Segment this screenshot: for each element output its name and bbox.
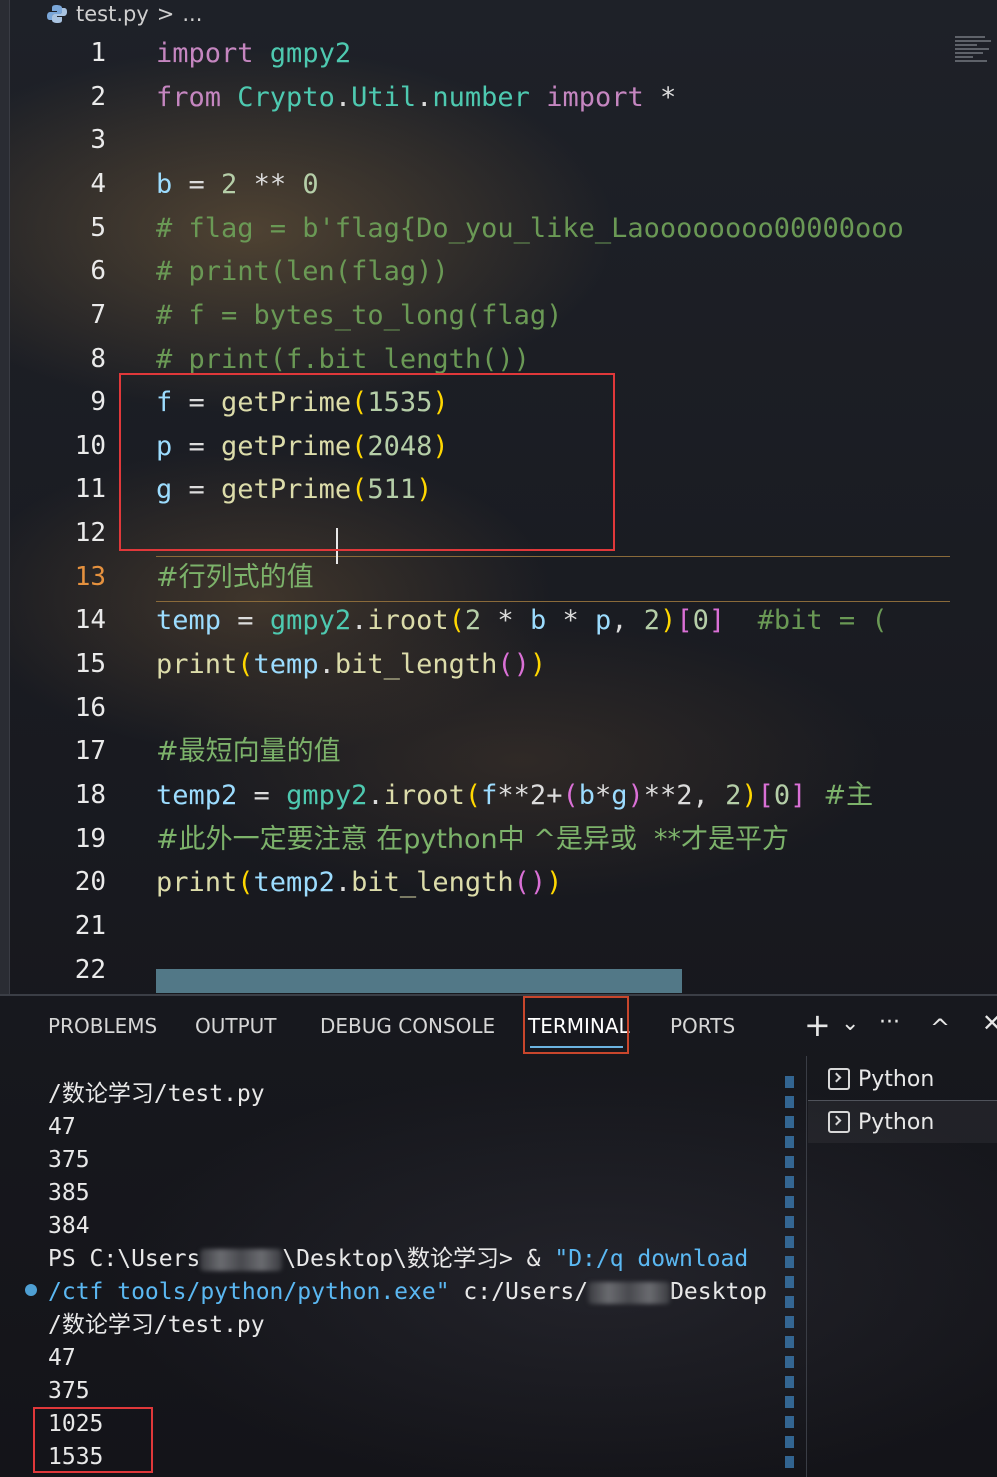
terminal-icon (828, 1111, 850, 1133)
line-number: 22 (74, 955, 106, 985)
code-line[interactable]: 7 # f = bytes_to_long(flag) (10, 294, 950, 337)
code-line[interactable]: 17 #最短向量的值 (10, 730, 950, 773)
code-line[interactable]: 14 temp = gmpy2.iroot(2 * b * p, 2)[0] #… (10, 599, 950, 642)
tab-debug-console[interactable]: DEBUG CONSOLE (320, 996, 495, 1056)
line-number: 15 (74, 649, 106, 679)
terminal-list-divider (806, 1056, 807, 1477)
code-line[interactable]: 4 b = 2 ** 0 (10, 163, 950, 206)
terminal-output[interactable]: /数论学习/test.py 47 375 385 384 PS C:\Users… (48, 1078, 767, 1474)
line-number: 3 (90, 125, 106, 155)
code-line[interactable]: 15 print(temp.bit_length()) (10, 643, 950, 686)
line-number: 2 (90, 82, 106, 112)
line-number: 16 (74, 693, 106, 723)
line-number: 19 (74, 824, 106, 854)
code-text: b = 2 ** 0 (156, 169, 319, 200)
code-line[interactable]: 6 # print(len(flag)) (10, 250, 950, 293)
breadcrumb-file[interactable]: test.py (76, 2, 149, 26)
redacted-username (588, 1281, 671, 1304)
line-number: 12 (74, 518, 106, 548)
code-comment: # f = bytes_to_long(flag) (156, 300, 563, 331)
breadcrumb-more[interactable]: ... (182, 2, 202, 26)
terminal-name: Python (858, 1109, 935, 1135)
line-number: 6 (90, 256, 106, 286)
terminal-name: Python (858, 1066, 935, 1092)
line-number: 18 (74, 780, 106, 810)
line-number: 4 (90, 169, 106, 199)
code-line[interactable]: 19 #此外一定要注意 在python中 ^是异或 **才是平方 (10, 818, 950, 861)
code-comment: #此外一定要注意 在python中 ^是异或 **才是平方 (156, 824, 790, 855)
redacted-username (200, 1248, 283, 1271)
line-number: 1 (90, 38, 106, 68)
code-line[interactable]: 5 # flag = b'flag{Do_you_like_Laoooooooo… (10, 207, 950, 250)
new-terminal-icon[interactable]: + (804, 1007, 831, 1047)
terminal-icon (828, 1068, 850, 1090)
line-number-active: 13 (74, 562, 106, 592)
code-line[interactable]: 13 #行列式的值 (10, 556, 950, 599)
line-number: 11 (74, 474, 106, 504)
line-number: 8 (90, 344, 106, 374)
line-number: 17 (74, 736, 106, 766)
code-comment: #行列式的值 (156, 562, 314, 593)
close-panel-icon[interactable]: ✕ (982, 1009, 997, 1049)
line-number: 5 (90, 213, 106, 243)
code-line[interactable]: 20 print(temp2.bit_length()) (10, 861, 950, 904)
active-tab-indicator (530, 1046, 623, 1048)
minimap[interactable] (955, 34, 995, 74)
code-line[interactable]: 2 from Crypto.Util.number import * (10, 76, 950, 119)
code-comment: # print(len(flag)) (156, 256, 449, 287)
code-text: import gmpy2 (156, 38, 352, 69)
line-number: 20 (74, 867, 106, 897)
maximize-panel-icon[interactable]: ^ (930, 1014, 950, 1054)
code-text: print(temp.bit_length()) (156, 649, 547, 680)
line-number: 21 (74, 911, 106, 941)
more-actions-icon[interactable]: ··· (879, 1010, 900, 1050)
tab-ports[interactable]: PORTS (670, 996, 735, 1056)
highlight-box-output (33, 1407, 153, 1473)
terminal-list-item[interactable]: Python (808, 1100, 997, 1143)
terminal-list: Python Python (808, 1058, 997, 1143)
tab-problems[interactable]: PROBLEMS (48, 996, 157, 1056)
code-line[interactable]: 21 (10, 905, 950, 948)
code-comment: # flag = b'flag{Do_you_like_Laoooooooo00… (156, 213, 904, 244)
breadcrumb[interactable]: test.py > ... (46, 0, 202, 28)
terminal-scrollbar[interactable] (785, 1076, 794, 1476)
code-line[interactable]: 16 (10, 687, 950, 730)
code-line[interactable]: 1 import gmpy2 (10, 32, 950, 75)
highlight-box-code (119, 373, 615, 551)
code-text: from Crypto.Util.number import * (156, 82, 677, 113)
tab-output[interactable]: OUTPUT (195, 996, 277, 1056)
chevron-down-icon[interactable]: ⌄ (841, 1011, 859, 1051)
line-number: 9 (90, 387, 106, 417)
terminal-list-item[interactable]: Python (808, 1058, 997, 1100)
code-comment: #最短向量的值 (156, 736, 341, 767)
activity-strip (0, 0, 10, 995)
code-text: temp = gmpy2.iroot(2 * b * p, 2)[0] #bit… (156, 605, 888, 636)
line-number: 7 (90, 300, 106, 330)
command-decoration-icon[interactable] (25, 1284, 37, 1296)
breadcrumb-separator: > (156, 2, 175, 26)
line-number: 10 (74, 431, 106, 461)
horizontal-scrollbar[interactable] (156, 969, 682, 993)
line-number: 14 (74, 605, 106, 635)
python-file-icon (47, 5, 67, 23)
code-line[interactable]: 3 (10, 119, 950, 162)
code-line[interactable]: 18 temp2 = gmpy2.iroot(f**2+(b*g)**2, 2)… (10, 774, 950, 817)
code-text: temp2 = gmpy2.iroot(f**2+(b*g)**2, 2)[0]… (156, 780, 874, 811)
code-text: print(temp2.bit_length()) (156, 867, 563, 898)
